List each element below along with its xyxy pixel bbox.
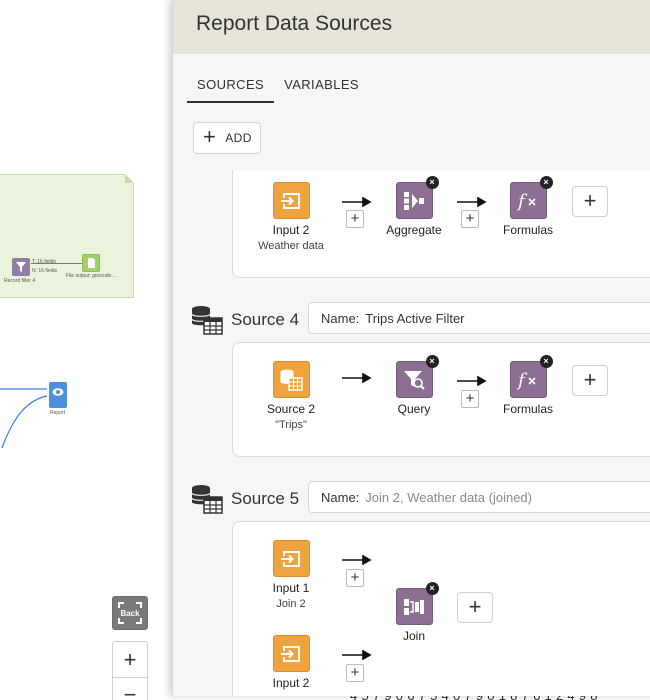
- node-sublabel: Join 2: [276, 598, 306, 610]
- add-step-button[interactable]: +: [572, 186, 608, 217]
- connection-line: [31, 263, 82, 264]
- node-label: Formulas: [502, 223, 553, 237]
- add-label: ADD: [225, 131, 252, 145]
- source-5-header: Source 5: [191, 484, 299, 514]
- close-badge-icon[interactable]: ×: [425, 582, 439, 595]
- tab-sources[interactable]: SOURCES: [187, 76, 275, 103]
- record-filter-label: Record filter 4: [4, 278, 36, 284]
- function-icon: f: [516, 191, 536, 212]
- node-box: [272, 182, 310, 219]
- source-4-header: Source 4: [191, 305, 299, 335]
- node-label: Source 2: [266, 402, 316, 416]
- close-badge-icon[interactable]: ×: [539, 355, 553, 368]
- node-label: Input 1: [272, 581, 310, 595]
- node-join[interactable]: × Join: [359, 582, 469, 643]
- file-icon: [88, 258, 95, 268]
- file-output-node[interactable]: [82, 254, 100, 272]
- tab-variables[interactable]: VARIABLES: [274, 76, 369, 103]
- insert-step-button[interactable]: +: [346, 569, 364, 587]
- source-title: Source 4: [231, 310, 300, 329]
- back-button[interactable]: Back: [112, 596, 148, 630]
- close-badge-icon[interactable]: ×: [425, 176, 439, 189]
- node-query[interactable]: × Query: [359, 355, 469, 416]
- node-sublabel: "Trips": [275, 419, 307, 431]
- arrow-right-icon: [342, 555, 372, 565]
- node-input-1[interactable]: Input 1 Join 2: [236, 540, 346, 610]
- function-icon: f: [516, 370, 536, 391]
- plus-icon: +: [203, 124, 217, 149]
- true-branch-label: T: 16 fields: [32, 259, 56, 265]
- svg-text:f: f: [516, 370, 528, 391]
- arrow-right-icon: [342, 650, 372, 660]
- node-input-2[interactable]: Input 2: [236, 635, 346, 690]
- name-label: Name:: [321, 489, 360, 505]
- node-input-2[interactable]: Input 2 Weather data: [236, 182, 346, 252]
- name-value: Trips Active Filter: [365, 310, 465, 326]
- node-label: Query: [397, 402, 431, 416]
- record-filter-node[interactable]: [12, 258, 30, 276]
- report-label: Report: [50, 410, 66, 416]
- join-icon: [404, 598, 424, 615]
- database-stack-icon: [191, 485, 223, 514]
- close-badge-icon[interactable]: ×: [425, 355, 439, 368]
- false-branch-label: N: 16 fields: [32, 268, 58, 274]
- node-label: Input 2: [272, 223, 310, 237]
- filter-icon: [16, 262, 26, 272]
- node-label: Aggregate: [386, 223, 442, 237]
- workflow-canvas[interactable]: Record filter 4 T: 16 fields N: 16 field…: [0, 0, 172, 700]
- node-box: [272, 540, 310, 577]
- report-data-sources-dialog: Report Data Sources SOURCES VARIABLES + …: [172, 0, 650, 696]
- aggregate-icon: [404, 191, 424, 210]
- add-step-button[interactable]: +: [457, 592, 493, 623]
- insert-step-button[interactable]: +: [346, 664, 364, 682]
- group-fold-corner: [125, 174, 134, 183]
- zoom-controls: + −: [112, 641, 148, 700]
- back-label: Back: [120, 609, 140, 618]
- add-source-button[interactable]: + ADD: [193, 122, 261, 154]
- node-label: Join: [402, 629, 425, 643]
- dialog-header: Report Data Sources: [173, 0, 650, 54]
- report-node[interactable]: [49, 382, 67, 408]
- eye-icon: [52, 388, 64, 396]
- tab-bar: SOURCES VARIABLES: [187, 76, 369, 103]
- node-label: Formulas: [502, 402, 553, 416]
- node-box: ×: [395, 582, 439, 625]
- node-box: f ×: [509, 176, 553, 219]
- node-label: Input 2: [272, 676, 310, 690]
- database-stack-icon: [191, 306, 223, 335]
- zoom-out-button[interactable]: −: [113, 677, 147, 700]
- node-box: f ×: [509, 355, 553, 398]
- node-box: [272, 361, 310, 398]
- name-placeholder: Join 2, Weather data (joined): [365, 489, 532, 505]
- source-title: Source 5: [231, 489, 300, 508]
- input-arrow-icon: [281, 645, 300, 662]
- zoom-in-button[interactable]: +: [113, 642, 147, 677]
- input-arrow-icon: [281, 550, 300, 567]
- source-card-3: Input 2 Weather data + × Aggregate + f ×…: [232, 170, 650, 278]
- close-badge-icon[interactable]: ×: [539, 176, 553, 189]
- node-box: ×: [395, 176, 439, 219]
- node-box: ×: [395, 355, 439, 398]
- node-formulas[interactable]: f × Formulas: [473, 176, 583, 237]
- name-label: Name:: [321, 310, 360, 326]
- source-5-name-field[interactable]: Name: Join 2, Weather data (joined): [308, 481, 650, 513]
- input-arrow-icon: [281, 192, 300, 209]
- node-source-2[interactable]: Source 2 "Trips": [236, 361, 346, 431]
- node-box: [272, 635, 310, 672]
- fit-screen-icon: Back: [118, 602, 142, 624]
- source-card-5: Input 1 Join 2 + × Join + Input 2 +: [232, 521, 650, 696]
- file-output-label: File output: geocode...: [66, 273, 116, 279]
- add-step-button[interactable]: +: [572, 365, 608, 396]
- database-table-icon: [280, 369, 303, 391]
- dialog-title: Report Data Sources: [196, 12, 393, 35]
- filter-search-icon: [404, 370, 425, 390]
- source-4-name-field[interactable]: Name: Trips Active Filter: [308, 302, 650, 334]
- node-aggregate[interactable]: × Aggregate: [359, 176, 469, 237]
- node-formulas[interactable]: f × Formulas: [473, 355, 583, 416]
- svg-text:f: f: [516, 191, 528, 212]
- node-sublabel: Weather data: [258, 240, 324, 252]
- source-card-4: Source 2 "Trips" × Query + f × Formulas …: [232, 342, 650, 457]
